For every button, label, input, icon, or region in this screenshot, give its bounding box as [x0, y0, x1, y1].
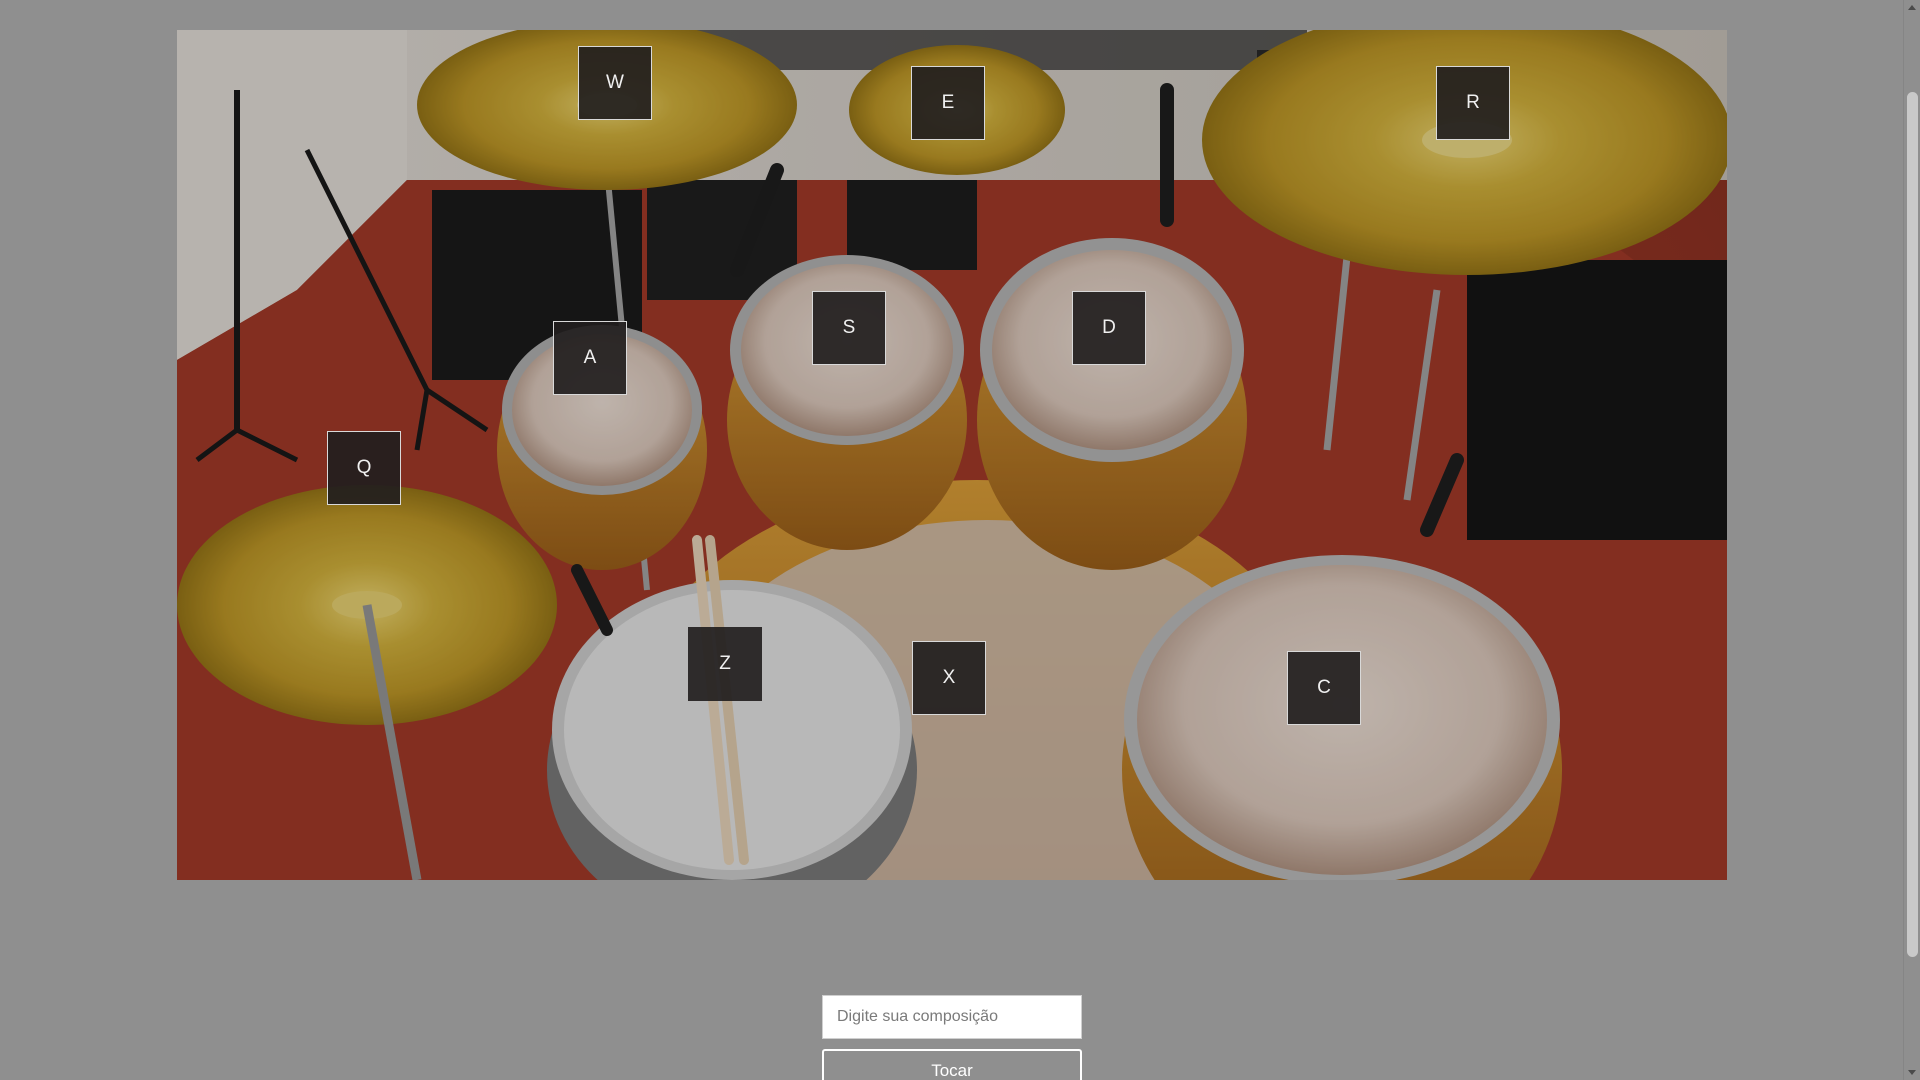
vertical-scrollbar[interactable] — [1903, 0, 1920, 1080]
drum-key-q[interactable]: Q — [327, 431, 401, 505]
drum-key-z[interactable]: Z — [688, 627, 762, 701]
drum-key-s[interactable]: S — [812, 291, 886, 365]
scroll-up-arrow-icon[interactable] — [1908, 5, 1916, 10]
drum-key-a[interactable]: A — [553, 321, 627, 395]
scroll-down-arrow-icon[interactable] — [1908, 1070, 1916, 1075]
drum-kit-illustration — [177, 30, 1727, 880]
drum-key-e[interactable]: E — [911, 66, 985, 140]
drum-kit-image: W E R A S D Q Z X C — [177, 30, 1727, 880]
drum-key-c[interactable]: C — [1287, 651, 1361, 725]
drum-key-x[interactable]: X — [912, 641, 986, 715]
play-button[interactable]: Tocar — [822, 1049, 1082, 1080]
drum-key-r[interactable]: R — [1436, 66, 1510, 140]
drum-key-w[interactable]: W — [578, 46, 652, 120]
composer-panel: Tocar — [822, 995, 1082, 1080]
scrollbar-thumb[interactable] — [1907, 92, 1918, 957]
drum-key-d[interactable]: D — [1072, 291, 1146, 365]
composition-input[interactable] — [822, 995, 1082, 1039]
